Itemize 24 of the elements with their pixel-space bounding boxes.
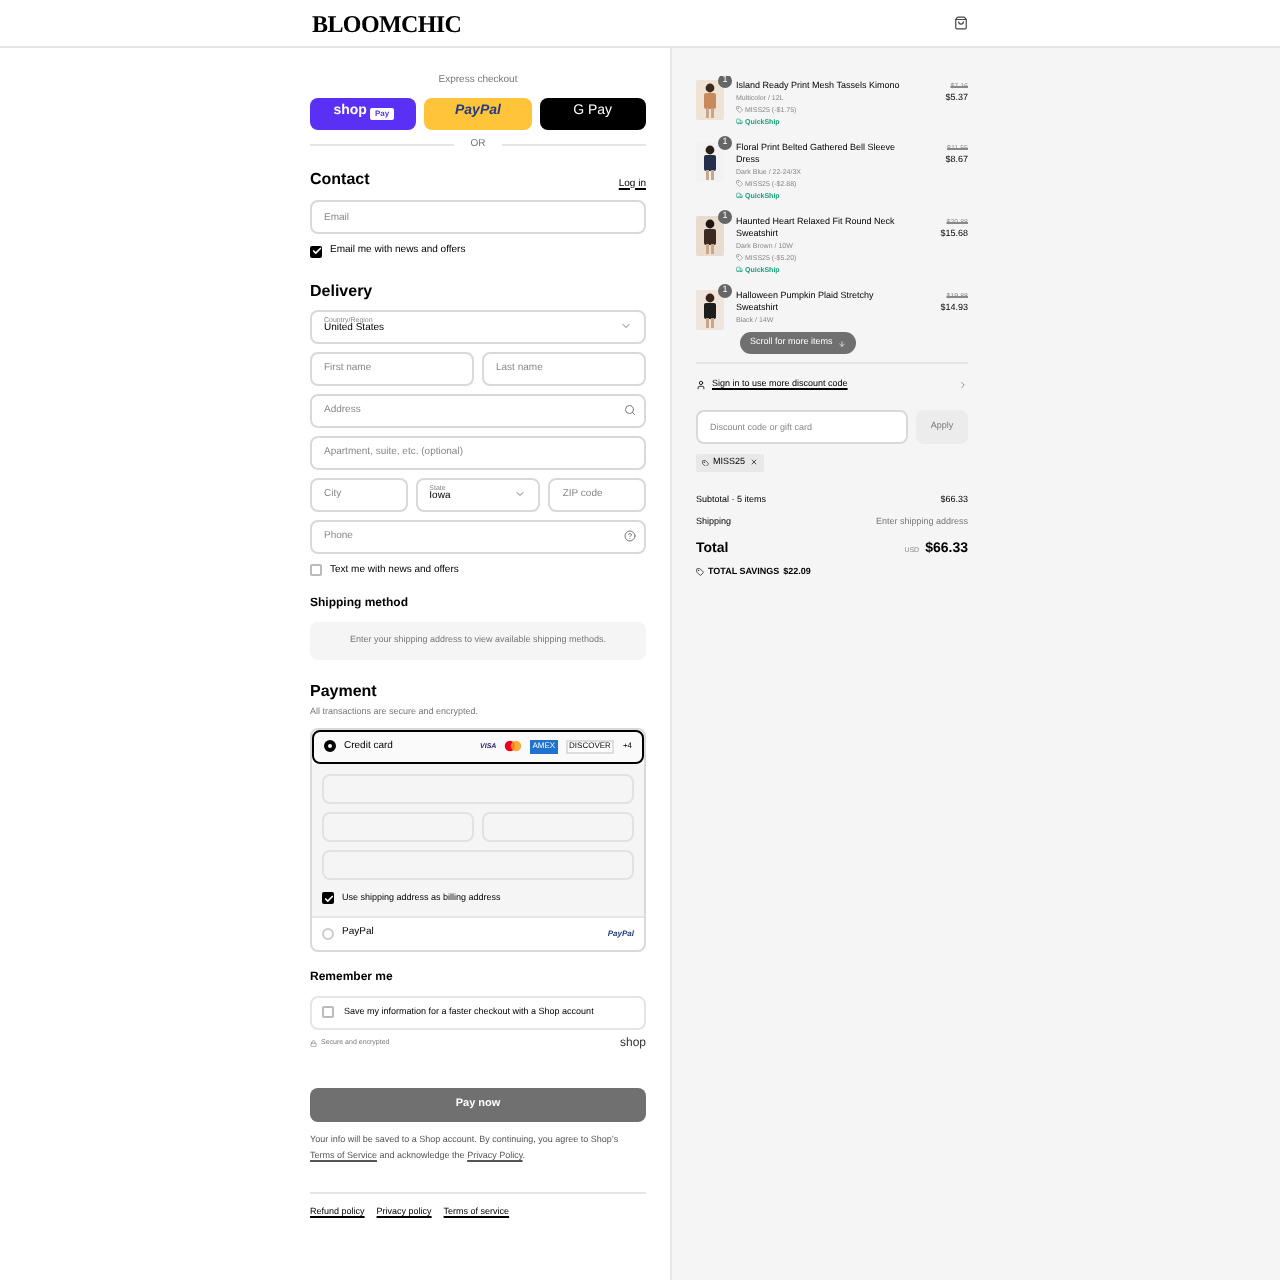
- tag-icon: [736, 180, 743, 188]
- section-title: Contact: [310, 168, 370, 192]
- truck-icon: [736, 118, 743, 126]
- chevron-down-icon: [514, 488, 527, 500]
- checkbox[interactable]: [322, 1006, 334, 1018]
- tag-icon: [736, 106, 743, 114]
- tag-icon: [696, 568, 704, 577]
- lock-icon: [310, 1040, 317, 1048]
- truck-icon: [736, 266, 743, 274]
- tag-icon: [702, 459, 709, 466]
- arrow-down-icon: [838, 339, 847, 347]
- section-title: Payment: [310, 680, 379, 704]
- section-title: Delivery: [310, 279, 375, 303]
- logo[interactable]: BLOOMCHIC: [312, 5, 462, 41]
- bag-icon[interactable]: [954, 16, 968, 30]
- chevron-right-icon[interactable]: [958, 379, 968, 390]
- tag-icon: [736, 254, 743, 262]
- help-icon[interactable]: [624, 529, 636, 541]
- mastercard-logo: [504, 740, 523, 753]
- user-icon: [696, 379, 706, 390]
- chevron-down-icon: [620, 320, 632, 332]
- search-icon: [624, 403, 636, 415]
- truck-icon: [736, 192, 743, 200]
- checkbox[interactable]: [310, 564, 322, 577]
